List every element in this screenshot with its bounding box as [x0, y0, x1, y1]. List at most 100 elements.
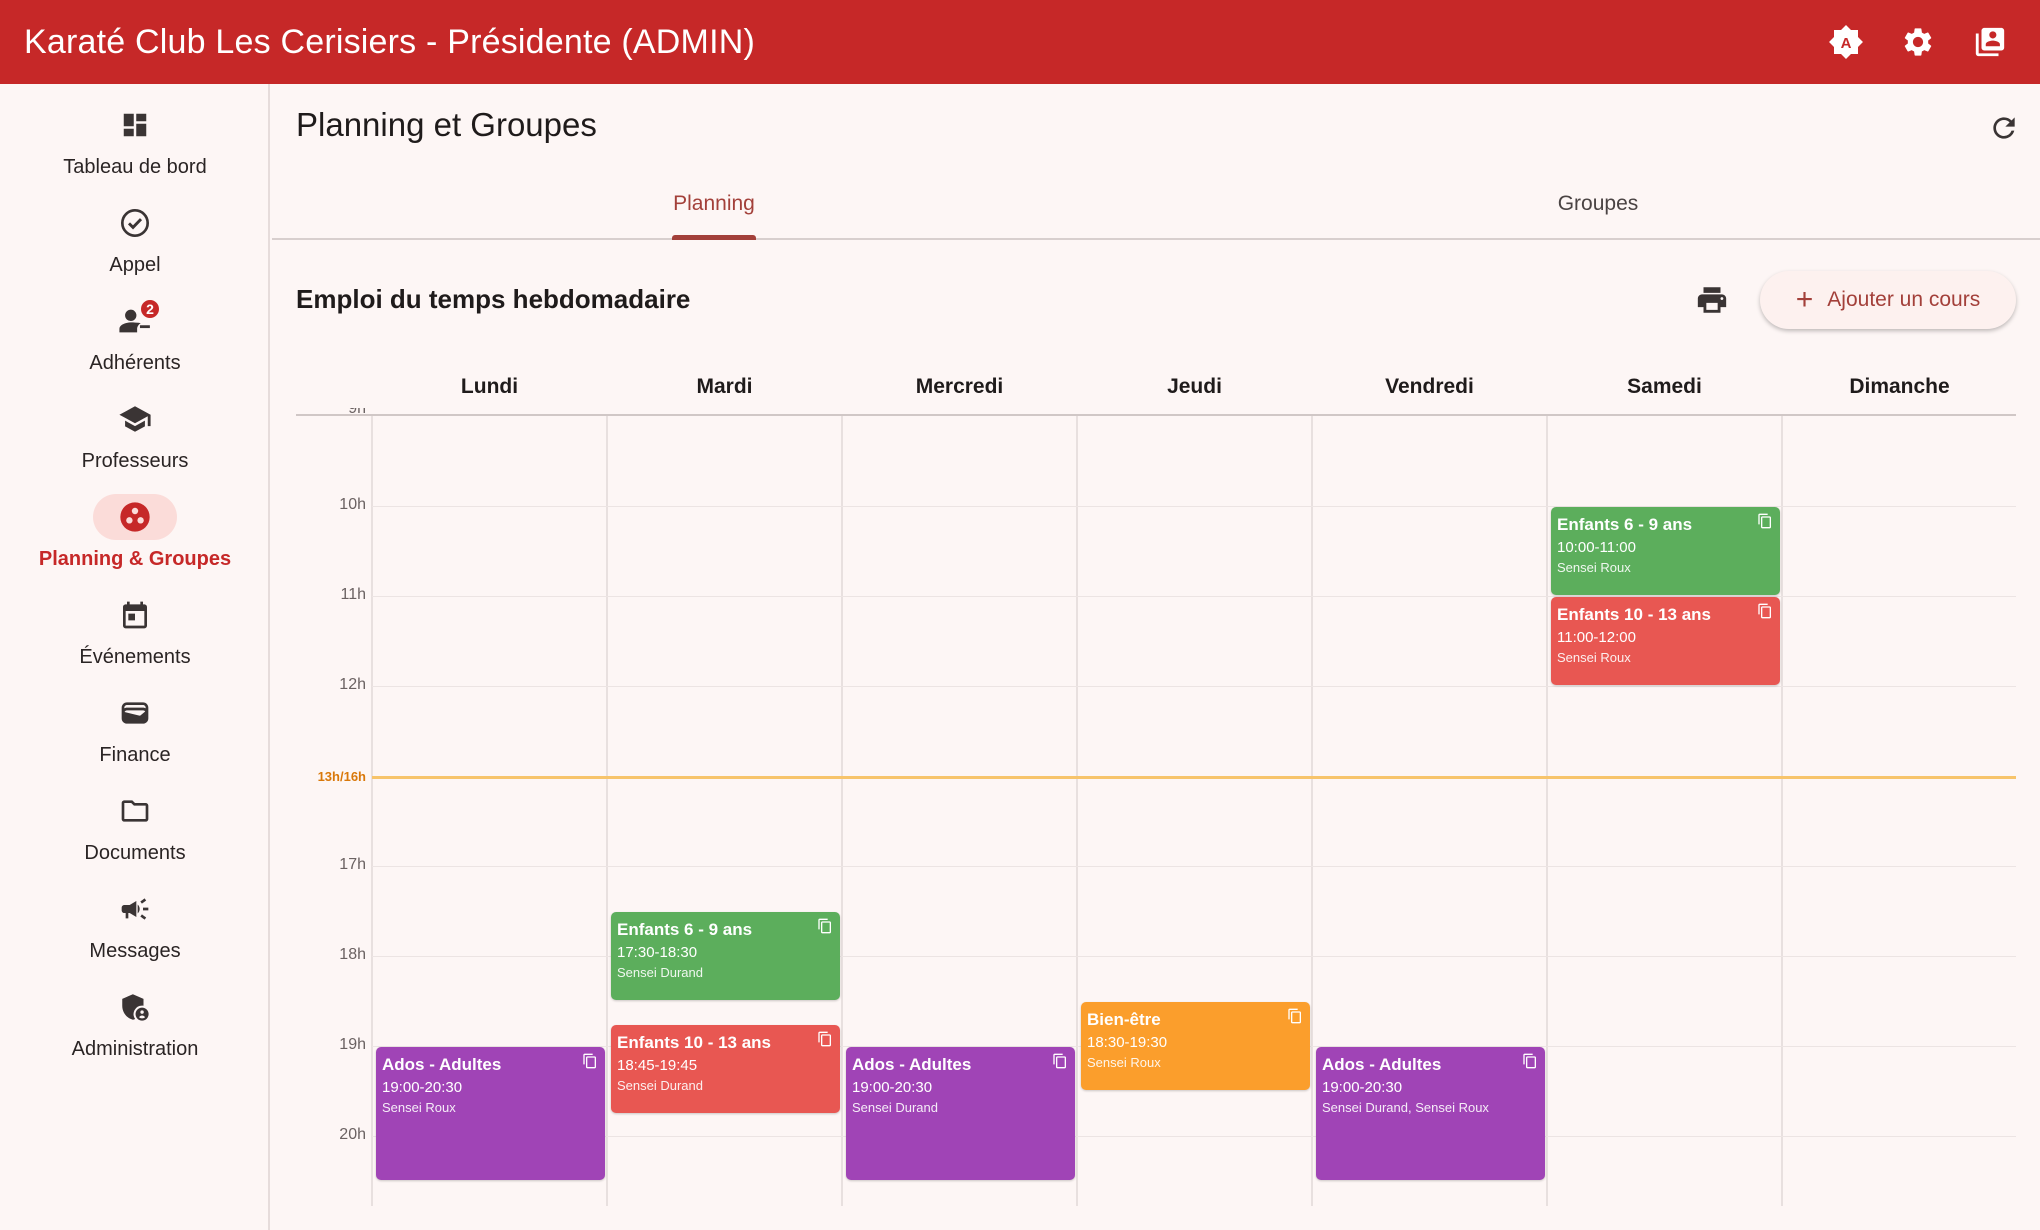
duplicate-course-button[interactable] [1756, 602, 1774, 620]
course-name: Ados - Adultes [382, 1055, 502, 1074]
sidebar-item-messages[interactable]: Messages [0, 886, 270, 984]
sidebar-item-label: Messages [89, 940, 181, 962]
sidebar-item-adherents[interactable]: 2 Adhérents [0, 298, 270, 396]
duplicate-course-button[interactable] [816, 917, 834, 935]
day-header-jeudi: Jeudi [1167, 375, 1222, 398]
sidebar-item-label: Professeurs [81, 450, 189, 472]
course-time: 19:00-20:30 [852, 1079, 933, 1096]
admin-shield-icon [122, 994, 149, 1021]
course-card[interactable]: Enfants 10 - 13 ans 11:00-12:00 Sensei Rou… [1551, 597, 1780, 685]
course-teacher: Sensei Roux [1557, 650, 1631, 665]
print-button[interactable] [1688, 276, 1736, 324]
duplicate-course-button[interactable] [581, 1052, 599, 1070]
check-circle-icon [121, 209, 149, 237]
sidebar: Tableau de bord Appel 2 Adhérents Profes… [0, 84, 270, 1230]
profile-card-icon [1975, 27, 2005, 57]
sidebar-item-planning[interactable]: Planning & Groupes [0, 494, 270, 592]
hour-label: 9h [348, 408, 366, 417]
print-icon [1697, 287, 1727, 313]
settings-icon [1904, 28, 1932, 56]
course-teacher: Sensei Durand [617, 1077, 703, 1093]
theme-auto-icon: A [1829, 25, 1863, 59]
course-teacher: Sensei Roux [1557, 560, 1631, 575]
course-card[interactable]: Ados - Adultes 19:00-20:30 Sensei Durand, … [1316, 1047, 1545, 1180]
copy-icon [1758, 513, 1771, 529]
wallet-icon [121, 702, 149, 724]
schedule-title: Emploi du temps hebdomadaire [296, 284, 691, 314]
course-name: Enfants 10 - 13 ans [617, 1032, 772, 1052]
dashboard-icon [123, 113, 147, 137]
sidebar-item-label: Administration [71, 1038, 199, 1060]
app-bar: Karaté Club Les Cerisiers - Présidente (… [0, 0, 2040, 84]
column-divider [606, 416, 608, 1206]
course-card[interactable]: Ados - Adultes 19:00-20:30 Sensei Roux [376, 1047, 605, 1180]
sidebar-item-professeurs[interactable]: Professeurs [0, 396, 270, 494]
course-card[interactable]: Enfants 6 - 9 ans 10:00-11:00 Sensei Roux [1551, 507, 1780, 595]
weekly-timetable: Lundi Mardi Mercredi Jeudi Vendredi Samedi Dim… [296, 360, 2016, 1206]
day-header-samedi: Samedi [1627, 375, 1702, 398]
sidebar-item-evenements[interactable]: Événements [0, 592, 270, 690]
hour-gridline [372, 1136, 2016, 1137]
course-card[interactable]: Ados - Adultes 19:00-20:30 Sensei Durand [846, 1047, 1075, 1180]
sidebar-item-label: Finance [99, 744, 171, 766]
course-card[interactable]: Enfants 6 - 9 ans 17:30-18:30 Sensei Duran… [611, 912, 840, 1000]
course-name: Enfants 10 - 13 ans [1557, 605, 1712, 624]
add-course-button[interactable]: + Ajouter un cours [1760, 271, 2016, 329]
sidebar-item-documents[interactable]: Documents [0, 788, 270, 886]
tab-groupes[interactable]: Groupes [1156, 170, 2040, 238]
day-header-vendredi: Vendredi [1385, 375, 1474, 398]
course-teacher: Sensei Durand [852, 1100, 938, 1115]
duplicate-course-button[interactable] [1756, 512, 1774, 530]
duplicate-course-button[interactable] [816, 1030, 834, 1048]
duplicate-course-button[interactable] [1521, 1052, 1539, 1070]
copy-icon [1288, 1008, 1301, 1024]
tab-planning[interactable]: Planning [272, 170, 1156, 238]
course-teacher: Sensei Durand [617, 965, 703, 980]
hour-label: 12h [339, 676, 366, 693]
course-time: 19:00-20:30 [382, 1079, 463, 1096]
tab-indicator [672, 235, 756, 240]
course-card[interactable]: Enfants 10 - 13 ans 18:45-19:45 Sensei Dur… [611, 1024, 840, 1113]
column-divider [1311, 416, 1313, 1206]
course-time: 17:30-18:30 [617, 944, 698, 961]
refresh-button[interactable] [1980, 104, 2028, 152]
day-header-dimanche: Dimanche [1849, 375, 1950, 398]
settings-button[interactable] [1882, 6, 1954, 78]
column-divider [1546, 416, 1548, 1206]
profile-button[interactable] [1954, 6, 2026, 78]
sidebar-item-label: Documents [84, 842, 186, 864]
graduation-cap-icon [119, 406, 151, 432]
course-time: 11:00-12:00 [1557, 629, 1636, 646]
copy-icon [818, 1031, 831, 1046]
duplicate-course-button[interactable] [1286, 1007, 1304, 1025]
sidebar-item-dashboard[interactable]: Tableau de bord [0, 102, 270, 200]
megaphone-icon [121, 898, 149, 920]
folder-icon [121, 800, 149, 822]
page-title: Planning et Groupes [296, 106, 597, 143]
course-name: Ados - Adultes [1322, 1055, 1442, 1074]
course-time: 18:30-19:30 [1087, 1034, 1168, 1051]
course-teacher: Sensei Roux [382, 1100, 456, 1115]
copy-icon [1758, 603, 1771, 619]
day-header-mardi: Mardi [696, 375, 753, 398]
course-card[interactable]: Bien-être 18:30-19:30 Sensei Roux [1081, 1002, 1310, 1090]
sidebar-item-appel[interactable]: Appel [0, 200, 270, 298]
duplicate-course-button[interactable] [1051, 1052, 1069, 1070]
day-header-mercredi: Mercredi [915, 375, 1004, 398]
hour-gridline [372, 686, 2016, 687]
copy-icon [1053, 1053, 1066, 1069]
sidebar-item-finance[interactable]: Finance [0, 690, 270, 788]
sidebar-item-administration[interactable]: Administration [0, 984, 270, 1082]
sidebar-item-label: Adhérents [89, 352, 181, 374]
hour-label: 17h [339, 856, 366, 873]
theme-auto-button[interactable]: A [1810, 6, 1882, 78]
hour-label: 11h [340, 586, 366, 603]
column-divider [1781, 416, 1783, 1206]
day-header-lundi: Lundi [460, 375, 519, 398]
app-bar-actions: A [1810, 0, 2026, 84]
course-name: Enfants 6 - 9 ans [1557, 515, 1693, 534]
add-course-label: Ajouter un cours [1827, 288, 1981, 311]
course-name: Bien-être [1087, 1010, 1161, 1029]
svg-text:A: A [1841, 35, 1852, 52]
time-break-line [372, 776, 2016, 779]
